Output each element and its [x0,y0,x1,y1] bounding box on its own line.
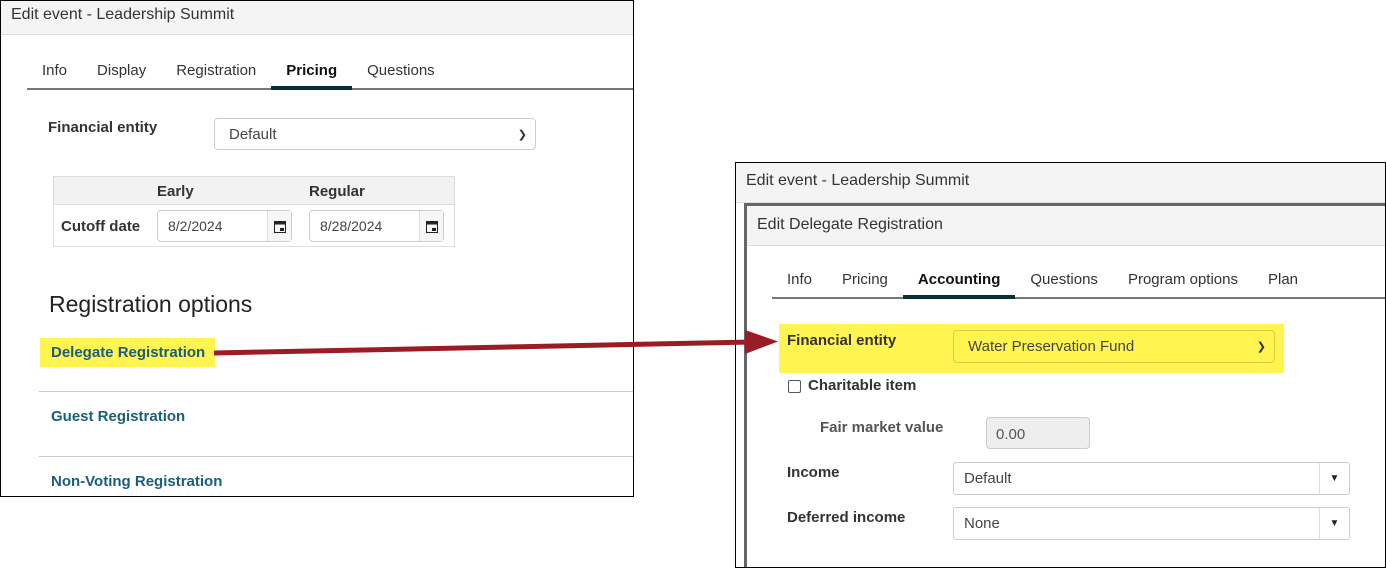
arrow-annotation [213,330,778,356]
